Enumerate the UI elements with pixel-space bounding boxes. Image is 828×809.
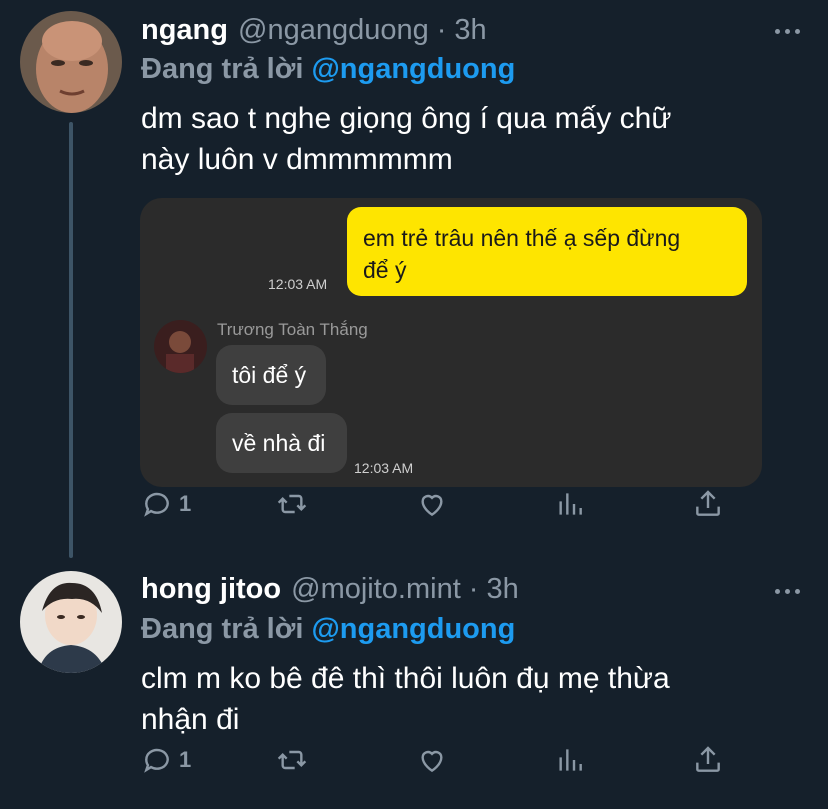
replying-to-handle[interactable]: @ngangduong [311,613,515,645]
chat-screenshot-image[interactable]: em trẻ trâu nên thế ạ sếp đừng để ý 12:0… [140,198,762,487]
more-icon[interactable] [775,581,800,601]
like-icon [421,494,443,517]
analytics-button[interactable] [554,488,586,520]
tweet-text: dm sao t nghe giọng ông í qua mấy chữ nà… [141,98,791,180]
reply-count: 1 [179,747,192,772]
message-timestamp: 12:03 AM [354,460,414,476]
like-button[interactable] [416,488,448,520]
more-icon[interactable] [775,21,800,41]
replying-to: Đang trả lời @ngangduong [141,53,515,86]
retweet-button[interactable] [276,488,308,520]
retweet-icon [277,750,307,770]
tweet-header: ngang @ngangduong · 3h [141,14,487,47]
replying-to-handle[interactable]: @ngangduong [311,53,515,85]
reply-count: 1 [179,491,192,516]
avatar[interactable] [20,11,122,113]
sender-name: Trương Toàn Thắng [217,320,368,339]
analytics-button[interactable] [554,744,586,776]
like-icon [421,750,443,773]
tweet-header: hong jitoo @mojito.mint · 3h [141,573,519,606]
share-icon [696,490,720,516]
tweet-reply[interactable]: hong jitoo @mojito.mint · 3h Đang trả lờ… [0,555,828,809]
reply-button[interactable]: 1 [141,744,191,776]
avatar[interactable] [20,571,122,673]
replying-to-label: Đang trả lời [141,53,304,85]
replying-to-label: Đang trả lời [141,613,304,645]
display-name[interactable]: hong jitoo [141,573,281,606]
comment-icon [144,492,169,517]
sender-avatar [154,320,207,373]
share-button[interactable] [692,488,724,520]
outgoing-message-bubble: em trẻ trâu nên thế ạ sếp đừng để ý [347,207,747,296]
like-button[interactable] [416,744,448,776]
share-button[interactable] [692,744,724,776]
tweet-text-line: dm sao t nghe giọng ông í qua mấy chữ [141,102,672,135]
tweet-text-line: nhận đi [141,703,240,736]
reply-button[interactable]: 1 [141,488,191,520]
analytics-icon [559,749,582,771]
tweet-text: clm m ko bê đê thì thôi luôn đụ mẹ thừa … [141,658,791,740]
outgoing-message-line: em trẻ trâu nên thế ạ sếp đừng [363,225,681,251]
replying-to: Đang trả lời @ngangduong [141,613,515,646]
display-name[interactable]: ngang [141,14,228,47]
tweet-text-line: này luôn v dmmmmmm [141,143,453,176]
message-timestamp: 12:03 AM [268,276,328,292]
user-handle[interactable]: @ngangduong [238,14,429,47]
tweet-text-line: clm m ko bê đê thì thôi luôn đụ mẹ thừa [141,662,670,695]
retweet-icon [277,494,307,514]
incoming-message-bubble: tôi để ý [216,345,326,405]
comment-icon [144,748,169,773]
separator-dot: · [468,573,479,605]
separator-dot: · [436,14,447,46]
tweet-reply[interactable]: ngang @ngangduong · 3h Đang trả lời @nga… [0,0,828,555]
tweet-timestamp[interactable]: 3h [454,14,486,47]
incoming-message-bubble: về nhà đi [216,413,347,473]
outgoing-message-line: để ý [363,257,407,283]
tweet-timestamp[interactable]: 3h [486,573,518,606]
analytics-icon [559,493,582,515]
retweet-button[interactable] [276,744,308,776]
user-handle[interactable]: @mojito.mint [291,573,461,606]
share-icon [696,746,720,772]
